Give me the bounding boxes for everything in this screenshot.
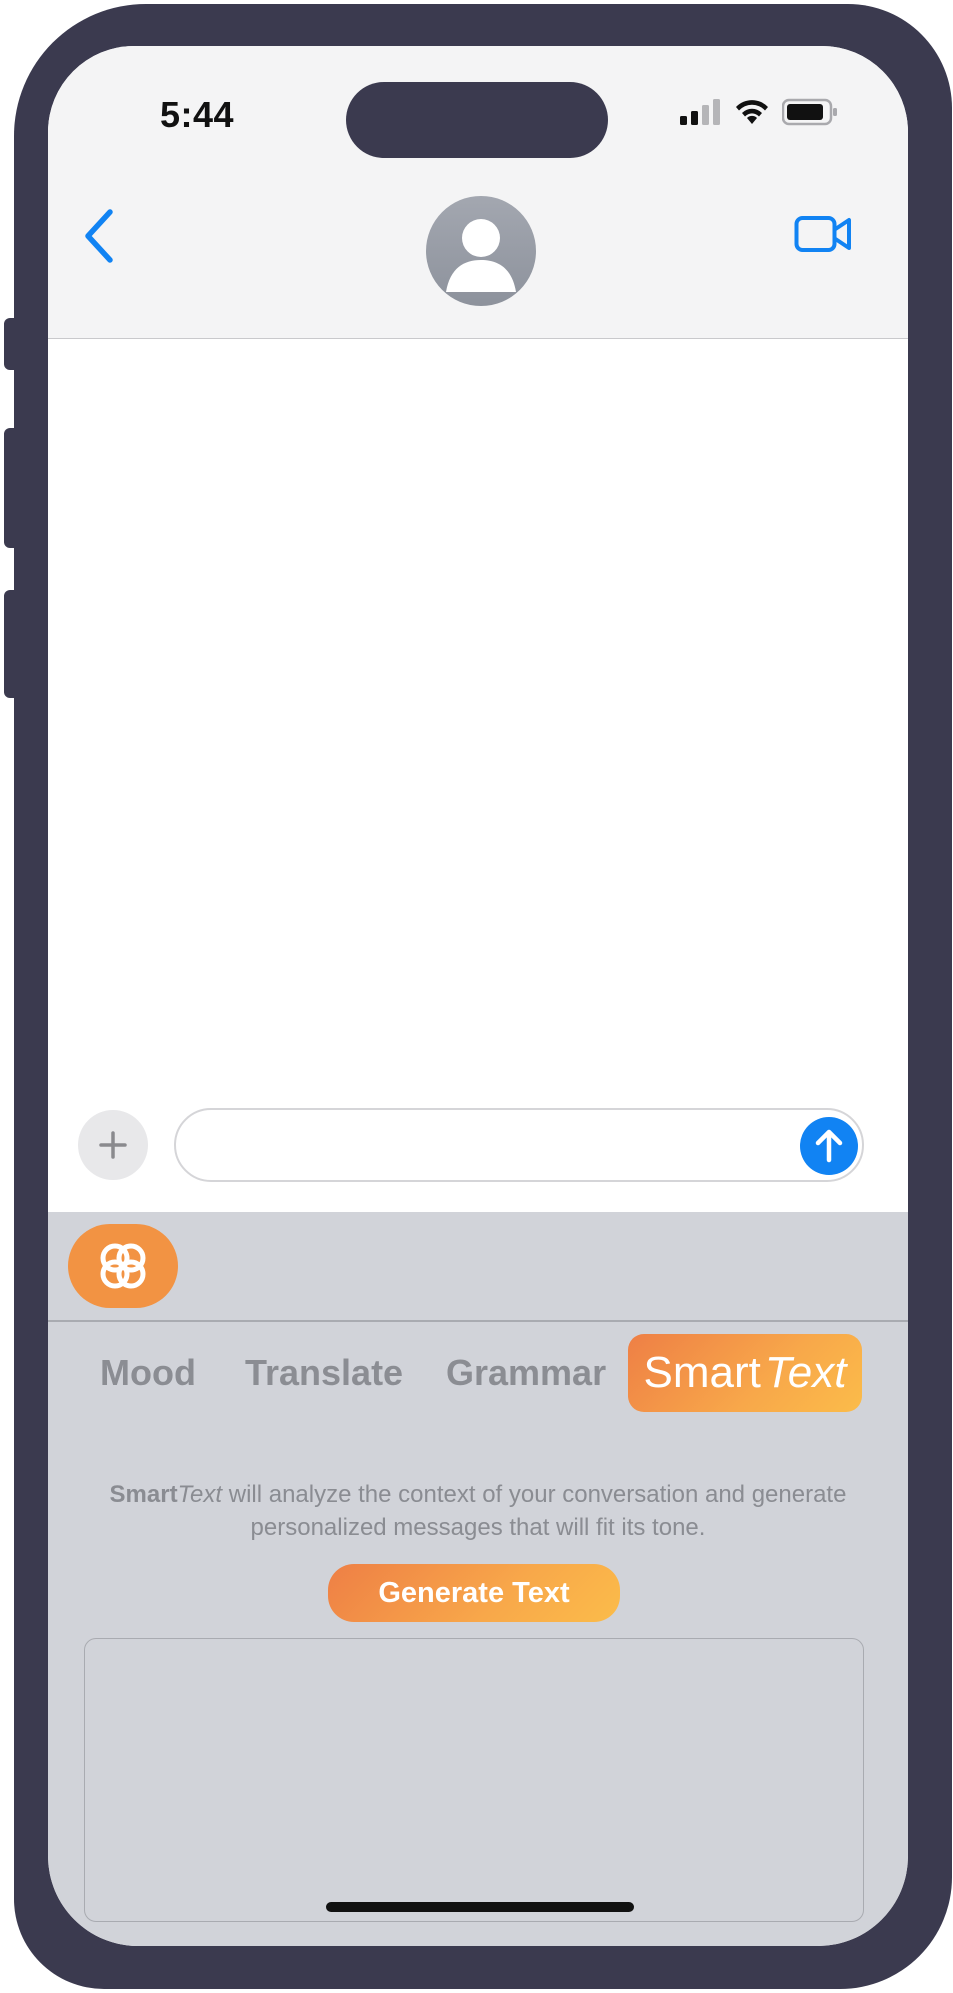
message-input[interactable] (174, 1108, 864, 1182)
tab-smarttext-label-italic: Text (764, 1348, 847, 1397)
description-bold: Smart (109, 1481, 178, 1508)
panel-divider (48, 1320, 908, 1322)
facetime-video-icon[interactable] (794, 212, 852, 256)
status-time: 5:44 (160, 94, 235, 135)
generate-text-button[interactable]: Generate Text (328, 1564, 620, 1622)
battery-icon (782, 98, 837, 126)
tab-mood[interactable]: Mood (100, 1352, 196, 1394)
dynamic-island (346, 82, 608, 158)
wifi-icon (736, 100, 768, 124)
status-icons (680, 98, 838, 126)
chevron-left-icon[interactable] (78, 206, 122, 266)
send-button[interactable] (800, 1117, 858, 1175)
tab-smarttext[interactable]: Smart Text (628, 1334, 862, 1412)
smarttext-app-button[interactable] (68, 1224, 178, 1308)
volume-up-button (4, 428, 18, 548)
description-italic: Text (177, 1481, 223, 1508)
add-attachment-button[interactable] (78, 1110, 148, 1180)
plus-icon (99, 1131, 127, 1159)
arrow-up-icon (815, 1129, 843, 1163)
header: 5:44 (48, 46, 908, 339)
description-text: will analyze the context of your convers… (222, 1481, 847, 1541)
tab-grammar[interactable]: Grammar (446, 1352, 606, 1394)
linked-rings-icon (100, 1243, 146, 1289)
phone-screen: 5:44 Mood Translate Grammar Smart Text S… (48, 46, 908, 1946)
smarttext-description: SmartText will analyze the context of yo… (98, 1478, 858, 1544)
cellular-signal-icon (680, 99, 720, 125)
person-avatar-icon (446, 219, 516, 292)
home-indicator[interactable] (326, 1902, 634, 1912)
silent-switch (4, 318, 18, 370)
volume-down-button (4, 590, 18, 698)
smarttext-panel: Mood Translate Grammar Smart Text SmartTe… (48, 1212, 908, 1946)
contact-avatar[interactable] (426, 196, 536, 306)
tab-translate[interactable]: Translate (245, 1352, 403, 1394)
tab-smarttext-label-bold: Smart (643, 1348, 761, 1397)
generated-text-output[interactable] (84, 1638, 864, 1922)
